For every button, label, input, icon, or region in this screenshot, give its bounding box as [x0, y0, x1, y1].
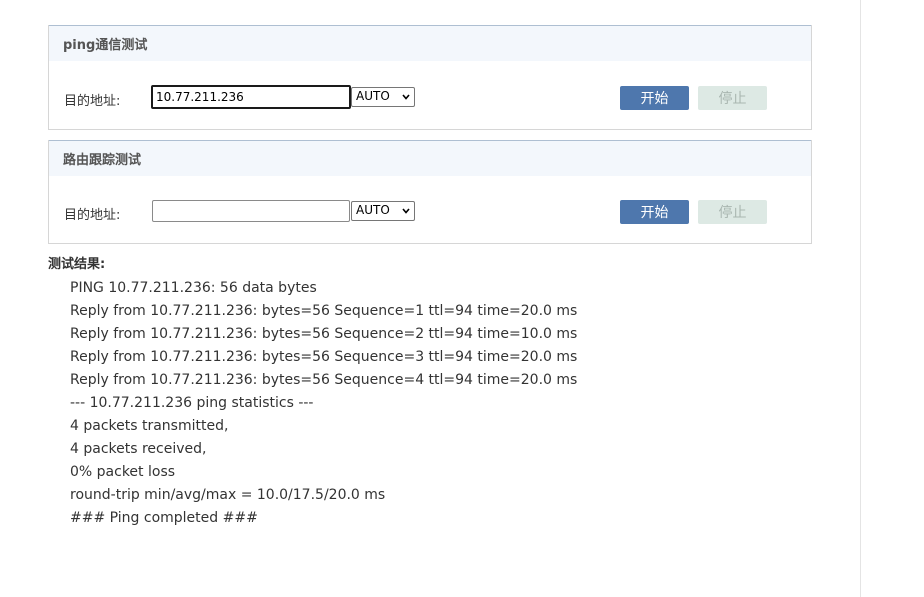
- result-line: 0% packet loss: [70, 464, 176, 480]
- result-line: --- 10.77.211.236 ping statistics ---: [70, 395, 314, 411]
- results-title: 测试结果:: [48, 257, 106, 272]
- result-line: 4 packets received,: [70, 441, 207, 457]
- ping-panel-title: ping通信测试: [49, 25, 811, 61]
- result-line: round-trip min/avg/max = 10.0/17.5/20.0 …: [70, 487, 386, 503]
- ping-start-button[interactable]: 开始: [620, 86, 689, 110]
- chevron-down-icon: [402, 94, 410, 100]
- traceroute-start-button[interactable]: 开始: [620, 200, 689, 224]
- traceroute-address-row: 目的地址: AUTO 开始 停止: [49, 200, 811, 224]
- ping-protocol-selected: AUTO: [356, 89, 390, 103]
- ping-address-input[interactable]: [151, 85, 351, 109]
- ping-test-panel: ping通信测试 目的地址: AUTO 开始 停止: [48, 25, 812, 130]
- ping-stop-button[interactable]: 停止: [698, 86, 767, 110]
- result-line: 4 packets transmitted,: [70, 418, 229, 434]
- content-right-border: [860, 0, 861, 597]
- traceroute-panel-title: 路由跟踪测试: [49, 140, 811, 176]
- chevron-down-icon: [402, 208, 410, 214]
- traceroute-stop-button[interactable]: 停止: [698, 200, 767, 224]
- result-line: Reply from 10.77.211.236: bytes=56 Seque…: [70, 372, 578, 388]
- result-line: Reply from 10.77.211.236: bytes=56 Seque…: [70, 349, 578, 365]
- result-line: Reply from 10.77.211.236: bytes=56 Seque…: [70, 303, 578, 319]
- ping-protocol-select[interactable]: AUTO: [351, 87, 415, 107]
- ping-address-row: 目的地址: AUTO 开始 停止: [49, 85, 811, 110]
- traceroute-protocol-selected: AUTO: [356, 203, 390, 217]
- ping-address-label: 目的地址:: [64, 94, 121, 109]
- traceroute-address-input[interactable]: [152, 200, 350, 222]
- results-output: PING 10.77.211.236: 56 data bytes Reply …: [70, 277, 577, 530]
- result-line: ### Ping completed ###: [70, 510, 258, 526]
- traceroute-protocol-select[interactable]: AUTO: [351, 201, 415, 221]
- traceroute-test-panel: 路由跟踪测试 目的地址: AUTO 开始 停止: [48, 140, 812, 244]
- result-line: PING 10.77.211.236: 56 data bytes: [70, 280, 317, 296]
- traceroute-address-label: 目的地址:: [64, 208, 121, 223]
- result-line: Reply from 10.77.211.236: bytes=56 Seque…: [70, 326, 578, 342]
